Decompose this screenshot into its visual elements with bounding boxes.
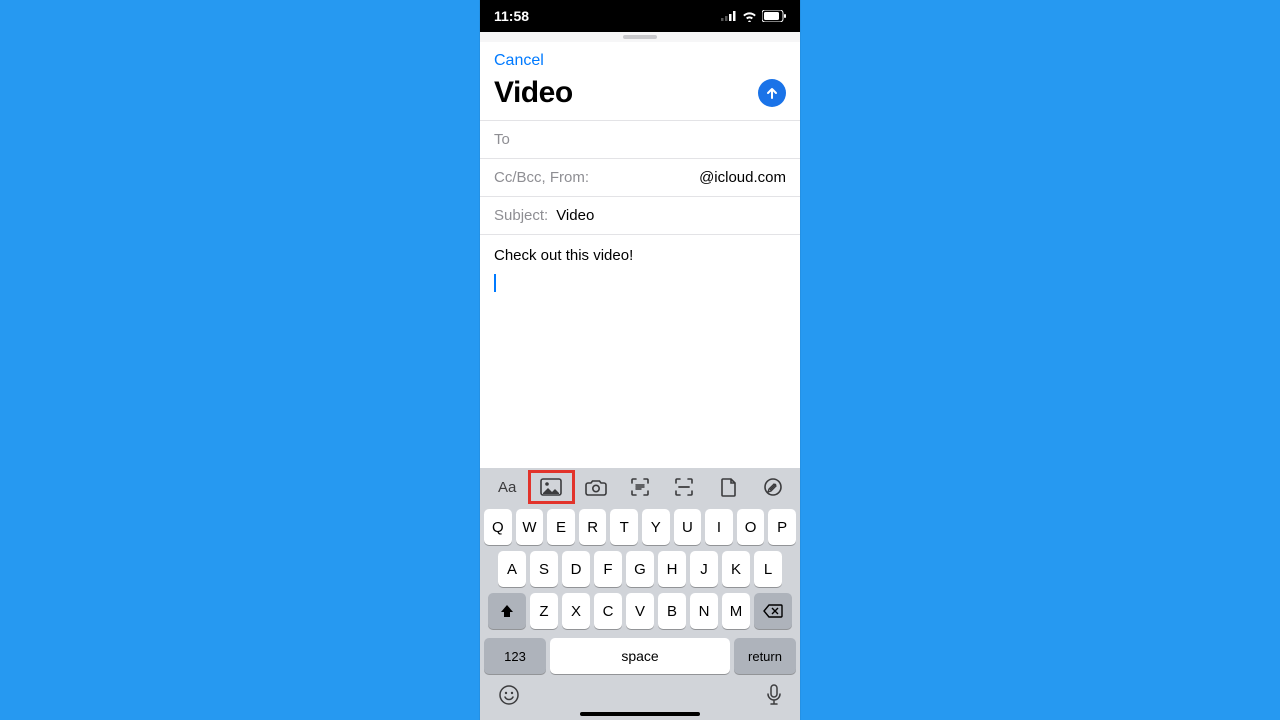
key-c[interactable]: C	[594, 593, 622, 629]
markup-icon[interactable]	[752, 472, 794, 502]
cellular-icon	[721, 11, 737, 21]
key-u[interactable]: U	[674, 509, 702, 545]
camera-icon[interactable]	[575, 472, 617, 502]
status-bar: 11:58	[480, 0, 800, 32]
keyboard-row-3: ZXCVBNM	[480, 590, 800, 632]
compose-title: Video	[494, 76, 573, 110]
key-g[interactable]: G	[626, 551, 654, 587]
wifi-icon	[742, 11, 757, 22]
text-format-icon[interactable]: Aa	[486, 472, 528, 502]
scan-text-icon[interactable]	[619, 472, 661, 502]
cc-from-field[interactable]: Cc/Bcc, From: @icloud.com	[480, 158, 800, 196]
numbers-key[interactable]: 123	[484, 638, 546, 674]
home-indicator[interactable]	[580, 712, 700, 716]
key-s[interactable]: S	[530, 551, 558, 587]
sheet-handle[interactable]	[480, 32, 800, 42]
key-l[interactable]: L	[754, 551, 782, 587]
space-key[interactable]: space	[550, 638, 730, 674]
cancel-button[interactable]: Cancel	[480, 42, 800, 72]
key-o[interactable]: O	[737, 509, 765, 545]
arrow-up-icon	[765, 86, 779, 100]
subject-field[interactable]: Subject: Video	[480, 196, 800, 234]
scan-document-icon[interactable]	[663, 472, 705, 502]
subject-value: Video	[556, 207, 594, 224]
file-icon[interactable]	[707, 472, 749, 502]
phone-frame: 11:58 Cancel Video To Cc/Bcc, From: @icl…	[480, 0, 800, 720]
key-m[interactable]: M	[722, 593, 750, 629]
subject-label: Subject:	[494, 207, 548, 224]
text-cursor	[494, 274, 496, 292]
body-text: Check out this video!	[494, 247, 633, 264]
keyboard-footer	[480, 678, 800, 708]
keyboard-row-2: ASDFGHJKL	[480, 548, 800, 590]
delete-icon	[763, 604, 783, 618]
key-b[interactable]: B	[658, 593, 686, 629]
return-key[interactable]: return	[734, 638, 796, 674]
key-h[interactable]: H	[658, 551, 686, 587]
key-a[interactable]: A	[498, 551, 526, 587]
key-t[interactable]: T	[610, 509, 638, 545]
key-j[interactable]: J	[690, 551, 718, 587]
key-x[interactable]: X	[562, 593, 590, 629]
key-i[interactable]: I	[705, 509, 733, 545]
send-button[interactable]	[758, 79, 786, 107]
key-y[interactable]: Y	[642, 509, 670, 545]
key-n[interactable]: N	[690, 593, 718, 629]
key-r[interactable]: R	[579, 509, 607, 545]
to-field[interactable]: To	[480, 120, 800, 158]
from-value: @icloud.com	[699, 169, 786, 186]
to-label: To	[494, 131, 510, 148]
key-z[interactable]: Z	[530, 593, 558, 629]
key-v[interactable]: V	[626, 593, 654, 629]
compose-sheet: Cancel Video To Cc/Bcc, From: @icloud.co…	[480, 42, 800, 308]
cc-label: Cc/Bcc, From:	[494, 169, 589, 186]
key-w[interactable]: W	[516, 509, 544, 545]
key-d[interactable]: D	[562, 551, 590, 587]
delete-key[interactable]	[754, 593, 792, 629]
battery-icon	[762, 10, 786, 22]
emoji-icon[interactable]	[498, 684, 520, 706]
key-f[interactable]: F	[594, 551, 622, 587]
photo-icon[interactable]	[530, 472, 572, 502]
message-body[interactable]: Check out this video!	[480, 234, 800, 308]
shift-key[interactable]	[488, 593, 526, 629]
key-q[interactable]: Q	[484, 509, 512, 545]
shift-icon	[499, 603, 515, 619]
status-indicators	[721, 10, 786, 22]
key-e[interactable]: E	[547, 509, 575, 545]
key-k[interactable]: K	[722, 551, 750, 587]
keyboard: Aa QWERTYUIOP ASDFGHJKL	[480, 468, 800, 720]
keyboard-bottom-row: 123 space return	[480, 632, 800, 678]
dictation-icon[interactable]	[766, 684, 782, 706]
status-time: 11:58	[494, 8, 529, 24]
keyboard-toolbar: Aa	[480, 468, 800, 506]
keyboard-row-1: QWERTYUIOP	[480, 506, 800, 548]
key-p[interactable]: P	[768, 509, 796, 545]
